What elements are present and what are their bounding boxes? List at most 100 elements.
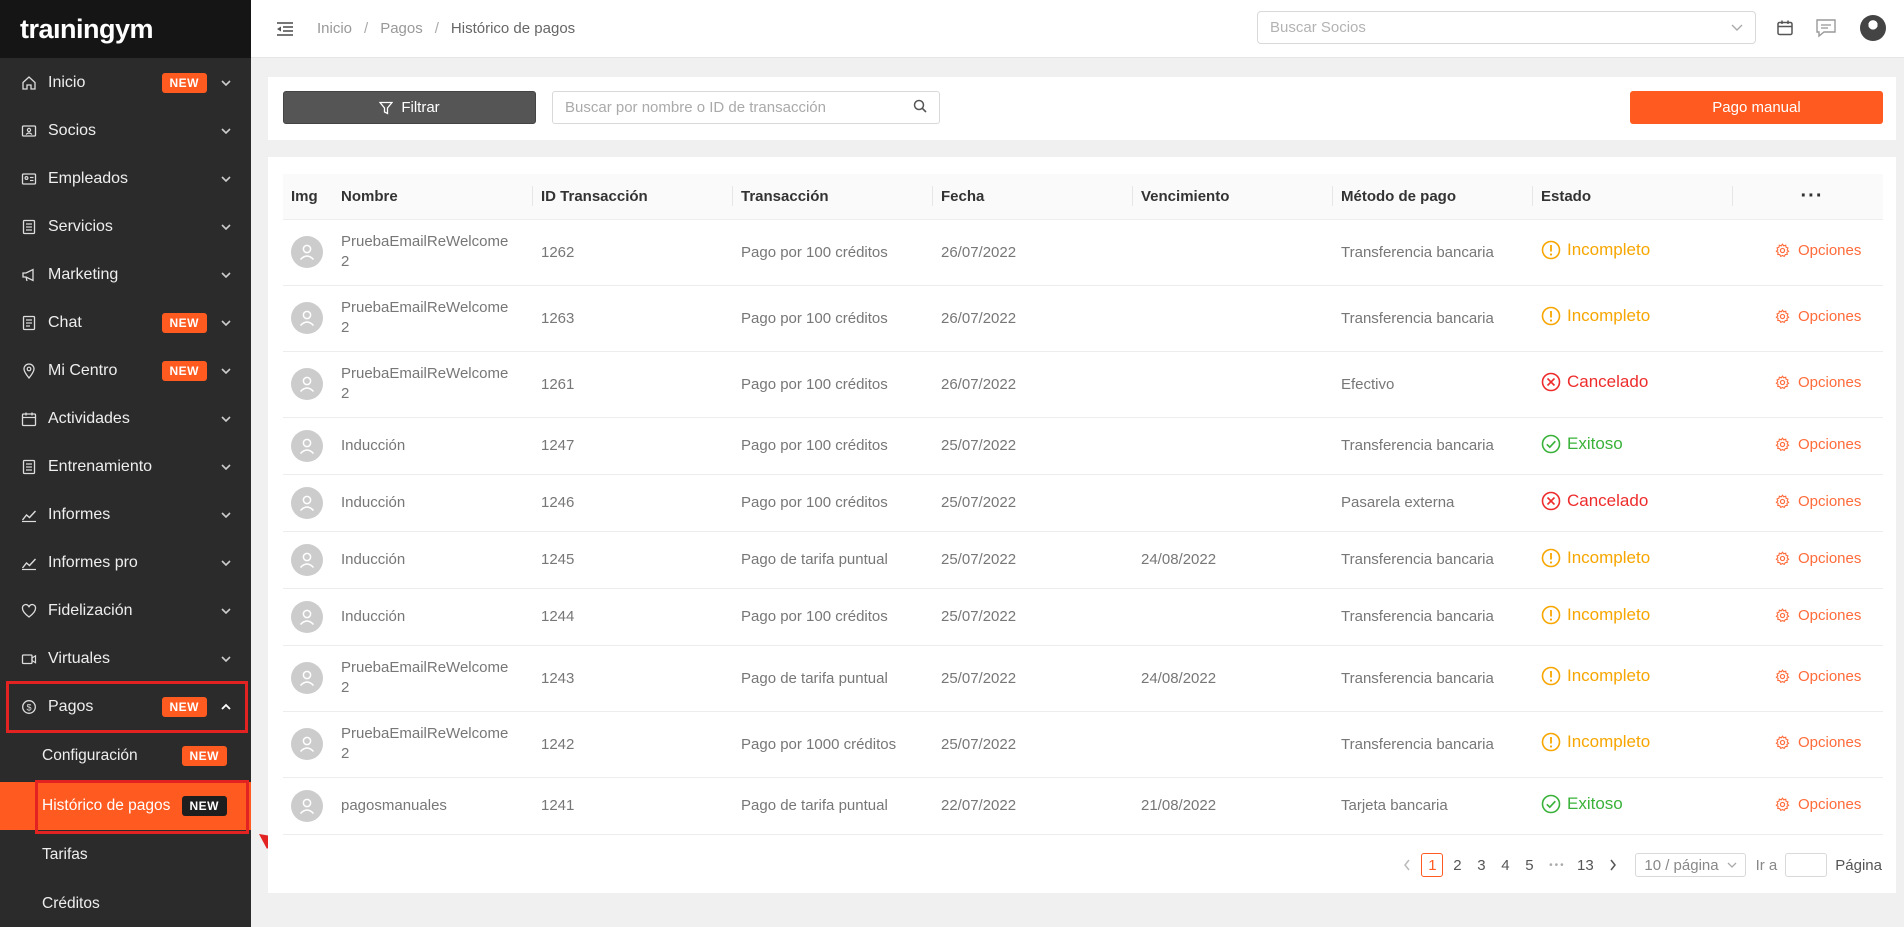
cell-payment-method: Transferencia bancaria <box>1333 645 1533 712</box>
chevron-down-icon <box>219 413 233 425</box>
search-icon[interactable] <box>913 99 927 117</box>
chevron-down-icon <box>219 461 233 473</box>
status-label: Incompleto <box>1567 306 1651 325</box>
breadcrumb-inicio[interactable]: Inicio <box>317 20 352 37</box>
sidebar-item-marketing[interactable]: Marketing <box>0 251 251 299</box>
options-button[interactable]: Opciones <box>1775 308 1861 325</box>
options-button[interactable]: Opciones <box>1775 374 1861 391</box>
sidebar-subitem-historico-de-pagos[interactable]: Histórico de pagos NEW <box>0 782 251 830</box>
new-badge: NEW <box>161 313 207 333</box>
sidebar-subitem-label: Tarifas <box>42 846 88 863</box>
column-header: Nombre <box>333 174 533 220</box>
gear-icon <box>1775 669 1798 684</box>
options-button[interactable]: Opciones <box>1775 607 1861 624</box>
sidebar-item-label: Chat <box>48 314 82 331</box>
sidebar-item-inicio[interactable]: Inicio NEW <box>0 59 251 107</box>
column-header: Transacción <box>733 174 933 220</box>
sidebar-item-virtuales[interactable]: Virtuales <box>0 635 251 683</box>
page-13[interactable]: 13 <box>1575 853 1595 877</box>
search-socios-select[interactable]: Buscar Socios <box>1257 11 1756 44</box>
options-button[interactable]: Opciones <box>1775 550 1861 567</box>
status-badge: Cancelado <box>1541 491 1648 511</box>
options-label: Opciones <box>1798 606 1862 624</box>
cell-due-date <box>1133 351 1333 418</box>
breadcrumb-pagos[interactable]: Pagos <box>380 20 423 37</box>
filter-button-label: Filtrar <box>401 99 440 116</box>
transaction-search-box[interactable] <box>552 91 940 124</box>
sidebar-item-empleados[interactable]: Empleados <box>0 155 251 203</box>
cell-due-date <box>1133 474 1333 532</box>
video-icon <box>20 650 38 668</box>
sidebar-item-label: Socios <box>48 122 97 139</box>
megaphone-icon <box>20 266 38 284</box>
member-name: 2 <box>341 385 350 402</box>
sidebar-item-entrenamiento[interactable]: Entrenamiento <box>0 443 251 491</box>
new-badge: NEW <box>181 796 227 816</box>
options-button[interactable]: Opciones <box>1775 734 1861 751</box>
cell-id: 1242 <box>533 711 733 778</box>
pagination-ellipsis[interactable]: ••• <box>1547 853 1567 877</box>
error-icon <box>1541 491 1567 511</box>
table-row: pagosmanuales 1241 Pago de tarifa puntual 2… <box>283 777 1883 835</box>
options-button[interactable]: Opciones <box>1775 242 1861 259</box>
page-2[interactable]: 2 <box>1447 853 1467 877</box>
sidebar-item-servicios[interactable]: Servicios <box>0 203 251 251</box>
sidebar-subitem-configuracion[interactable]: Configuración NEW <box>0 732 251 780</box>
sidebar-item-chat[interactable]: Chat NEW <box>0 299 251 347</box>
chevron-down-icon <box>219 125 233 137</box>
menu-toggle-icon[interactable] <box>275 19 295 39</box>
column-more-menu[interactable]: ··· <box>1733 174 1883 220</box>
member-name: 2 <box>341 679 350 696</box>
member-name: 2 <box>341 745 350 762</box>
page-1[interactable]: 1 <box>1421 853 1444 877</box>
next-page-icon[interactable] <box>1603 853 1623 877</box>
options-button[interactable]: Opciones <box>1775 493 1861 510</box>
sidebar-item-mi-centro[interactable]: Mi Centro NEW <box>0 347 251 395</box>
options-button[interactable]: Opciones <box>1775 796 1861 813</box>
page-size-select[interactable]: 10 / página <box>1635 853 1746 877</box>
page-5[interactable]: 5 <box>1519 853 1539 877</box>
pagination: 1 2 3 4 5 ••• 13 10 / página Ir a Página <box>1395 853 1882 877</box>
member-name: Inducción <box>341 607 406 625</box>
sidebar-item-label: Actividades <box>48 410 130 427</box>
sidebar-item-label: Servicios <box>48 218 113 235</box>
user-avatar[interactable] <box>1860 15 1886 41</box>
goto-page-input[interactable] <box>1785 853 1828 877</box>
transaction-search-input[interactable] <box>565 99 913 116</box>
sidebar-subitem-tarifas[interactable]: Tarifas <box>0 831 251 879</box>
filter-button[interactable]: Filtrar <box>283 91 536 124</box>
cell-payment-method: Efectivo <box>1333 351 1533 418</box>
gear-icon <box>1775 550 1798 566</box>
sidebar-item-socios[interactable]: Socios <box>0 107 251 155</box>
chevron-down-icon <box>219 365 233 377</box>
cell-due-date <box>1133 285 1333 352</box>
sidebar-item-informes[interactable]: Informes <box>0 491 251 539</box>
calendar-icon[interactable] <box>1773 16 1797 40</box>
messages-icon[interactable] <box>1814 16 1838 40</box>
cell-id: 1263 <box>533 285 733 352</box>
topbar: Inicio / Pagos / Histórico de pagos Busc… <box>251 0 1904 58</box>
sidebar-item-fidelizacion[interactable]: Fidelización <box>0 587 251 635</box>
options-button[interactable]: Opciones <box>1775 668 1861 685</box>
status-badge: Exitoso <box>1541 434 1623 454</box>
cell-options: Opciones <box>1733 645 1883 712</box>
cell-date: 26/07/2022 <box>933 219 1133 286</box>
cell-name: Inducción <box>333 531 533 589</box>
sidebar-subitem-creditos[interactable]: Créditos <box>0 880 251 927</box>
cell-name: pagosmanuales <box>333 777 533 835</box>
options-button[interactable]: Opciones <box>1775 436 1861 453</box>
column-header: ID Transacción <box>533 174 733 220</box>
new-badge: NEW <box>161 73 207 93</box>
cell-name: PruebaEmailReWelcome 2 <box>333 645 533 712</box>
cell-options: Opciones <box>1733 588 1883 646</box>
table-body: PruebaEmailReWelcome 2 1262 Pago por 100 cr… <box>283 219 1883 835</box>
cell-img <box>283 474 333 532</box>
prev-page-icon[interactable] <box>1397 853 1417 877</box>
sidebar-item-informes-pro[interactable]: Informes pro <box>0 539 251 587</box>
sidebar-item-pagos[interactable]: $ Pagos NEW <box>0 683 251 731</box>
page-3[interactable]: 3 <box>1471 853 1491 877</box>
page-4[interactable]: 4 <box>1495 853 1515 877</box>
cell-payment-method: Transferencia bancaria <box>1333 417 1533 475</box>
sidebar-item-actividades[interactable]: Actividades <box>0 395 251 443</box>
manual-payment-button[interactable]: Pago manual <box>1630 91 1883 124</box>
